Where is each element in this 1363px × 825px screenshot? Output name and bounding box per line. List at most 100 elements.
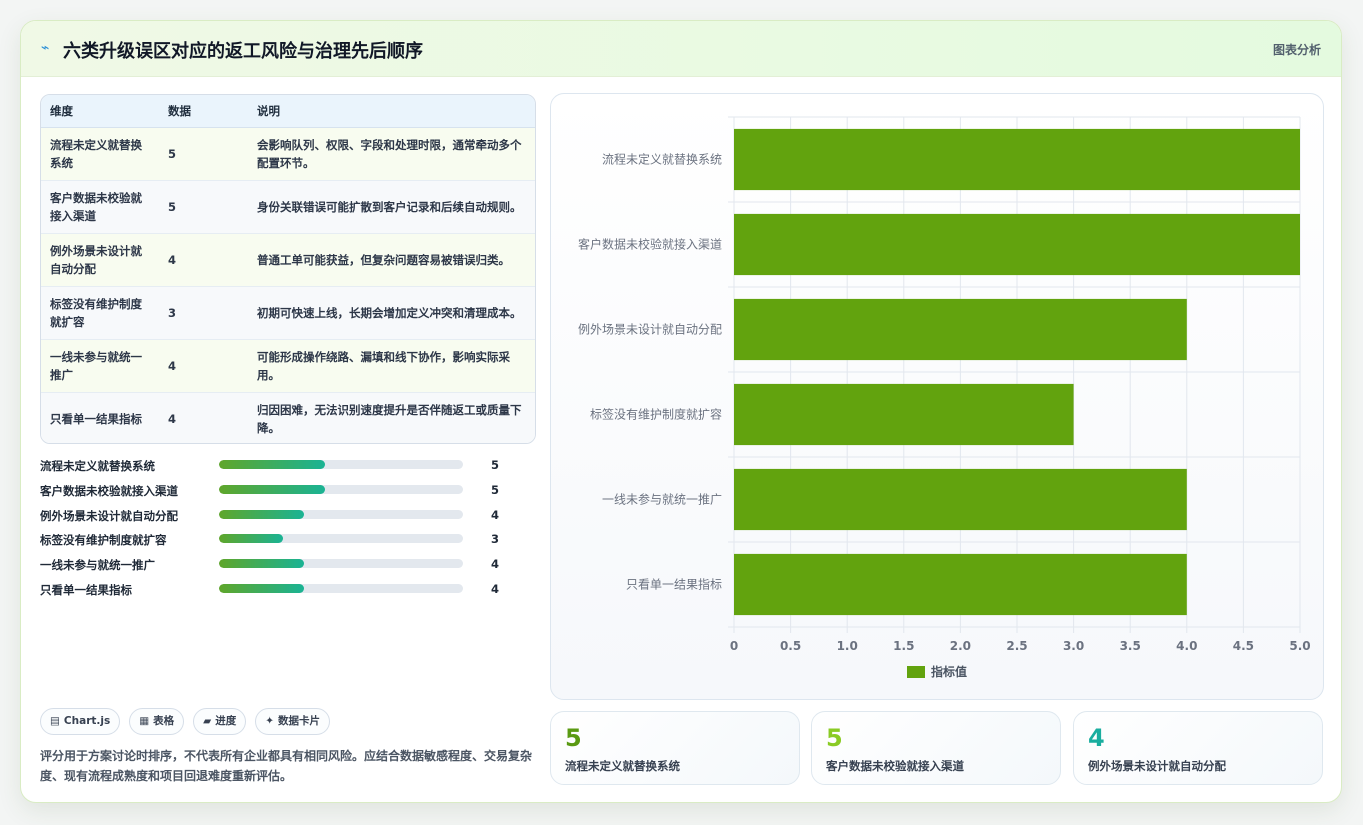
cell-description: 身份关联错误可能扩散到客户记录和后续自动规则。 [248, 180, 535, 234]
progress-label: 例外场景未设计就自动分配 [40, 508, 178, 523]
table-row: 客户数据未校验就接入渠道 5 身份关联错误可能扩散到客户记录和后续自动规则。 [41, 180, 535, 234]
cell-description: 初期可快速上线，长期会增加定义冲突和清理成本。 [248, 286, 535, 340]
cell-value: 4 [159, 233, 248, 287]
x-tick-label: 1.0 [837, 639, 858, 653]
sparkle-icon: ✦ [265, 715, 275, 727]
progress-track [219, 583, 463, 593]
category-label: 只看单一结果指标 [626, 577, 722, 592]
progress-row: 只看单一结果指标 4 [40, 579, 500, 604]
progress-list: 流程未定义就替换系统 5 客户数据未校验就接入渠道 5 例外场景未设计就自动分配… [40, 455, 500, 604]
cell-description: 归因困难，无法识别速度提升是否伴随返工或质量下降。 [248, 392, 535, 443]
cell-dimension: 一线未参与就统一推广 [41, 339, 159, 393]
table-row: 一线未参与就统一推广 4 可能形成操作绕路、漏填和线下协作，影响实际采用。 [41, 339, 535, 393]
progress-value: 5 [491, 458, 500, 472]
legend-swatch [907, 666, 925, 678]
cell-dimension: 只看单一结果指标 [41, 392, 159, 443]
cell-value: 5 [159, 127, 248, 181]
kpi-label: 例外场景未设计就自动分配 [1088, 759, 1226, 773]
progress-fill [219, 534, 283, 544]
column-header-data: 数据 [159, 95, 248, 128]
x-tick-label: 5.0 [1289, 639, 1310, 653]
cell-value: 4 [159, 339, 248, 393]
cell-description: 会影响队列、权限、字段和处理时限，通常牵动多个配置环节。 [248, 127, 535, 181]
progress-value: 4 [491, 557, 500, 572]
kpi-value: 5 [565, 724, 582, 752]
progress-label: 一线未参与就统一推广 [40, 558, 155, 573]
bar [734, 128, 1300, 191]
progress-label: 只看单一结果指标 [40, 582, 132, 597]
progress-value: 3 [491, 532, 500, 547]
chart-analysis-tag: 图表分析 [1272, 43, 1321, 57]
category-label: 客户数据未校验就接入渠道 [578, 237, 722, 252]
kpi-label: 客户数据未校验就接入渠道 [826, 759, 964, 773]
progress-label: 客户数据未校验就接入渠道 [40, 483, 178, 498]
cell-value: 4 [159, 392, 248, 443]
cell-dimension: 流程未定义就替换系统 [41, 127, 159, 181]
pill-label: 进度 [215, 715, 237, 727]
cell-value: 3 [159, 286, 248, 340]
footnote: 评分用于方案讨论时排序，不代表所有企业都具有相同风险。应结合数据敏感程度、交易复… [40, 749, 533, 783]
progress-row: 一线未参与就统一推广 4 [40, 554, 500, 579]
table-row: 只看单一结果指标 4 归因困难，无法识别速度提升是否伴随返工或质量下降。 [41, 392, 535, 443]
progress-fill [219, 583, 304, 593]
bar [734, 553, 1187, 616]
data-table: 维度 数据 说明 流程未定义就替换系统 5 会影响队列、权限、字段和处理时限，通… [40, 94, 536, 444]
cell-description: 可能形成操作绕路、漏填和线下协作，影响实际采用。 [248, 339, 535, 393]
x-tick-label: 0.5 [780, 639, 801, 653]
progress-track [219, 509, 463, 519]
progress-icon: ▰ [203, 715, 212, 727]
progress-label: 标签没有维护制度就扩容 [40, 533, 167, 548]
cell-value: 5 [159, 180, 248, 234]
bar [734, 383, 1074, 446]
kpi-label: 流程未定义就替换系统 [565, 759, 680, 773]
x-tick-label: 1.5 [893, 639, 914, 653]
x-tick-label: 4.0 [1176, 639, 1197, 653]
header: ⌁ 六类升级误区对应的返工风险与治理先后顺序 图表分析 [21, 21, 1341, 77]
progress-row: 客户数据未校验就接入渠道 5 [40, 480, 500, 505]
table-icon: ▦ [139, 715, 150, 727]
table-row: 例外场景未设计就自动分配 4 普通工单可能获益，但复杂问题容易被错误归类。 [41, 233, 535, 287]
progress-track [219, 534, 463, 544]
bar [734, 213, 1300, 276]
kpi-card: 5 流程未定义就替换系统 [550, 711, 800, 785]
x-tick-label: 2.0 [950, 639, 971, 653]
chart-logo-icon: ⌁ [41, 40, 50, 56]
bar-chart-panel: 流程未定义就替换系统 客户数据未校验就接入渠道 例外场景未设计就自动分配 标签没有维护… [550, 93, 1324, 700]
x-tick-label: 3.5 [1120, 639, 1141, 653]
pill-table[interactable]: ▦ 表格 [129, 708, 185, 735]
cell-description: 普通工单可能获益，但复杂问题容易被错误归类。 [248, 233, 535, 287]
pill-label: 表格 [153, 715, 175, 727]
pill-progress[interactable]: ▰ 进度 [193, 708, 247, 735]
table-row: 标签没有维护制度就扩容 3 初期可快速上线，长期会增加定义冲突和清理成本。 [41, 286, 535, 340]
progress-value: 4 [491, 581, 500, 596]
x-tick-label: 0 [730, 639, 738, 653]
progress-value: 5 [491, 482, 500, 497]
progress-label: 流程未定义就替换系统 [40, 459, 155, 473]
pill-label: 数据卡片 [278, 715, 321, 727]
column-header-description: 说明 [248, 95, 535, 128]
category-label: 流程未定义就替换系统 [602, 152, 722, 167]
category-label: 例外场景未设计就自动分配 [578, 323, 722, 337]
kpi-value: 5 [826, 724, 843, 752]
legend-label: 指标值 [931, 664, 967, 679]
page-title: 六类升级误区对应的返工风险与治理先后顺序 [63, 41, 423, 62]
cell-dimension: 标签没有维护制度就扩容 [41, 286, 159, 340]
pill-chartjs[interactable]: ▤ Chart.js [40, 708, 121, 735]
progress-fill [219, 460, 326, 469]
chart-icon: ▤ [50, 715, 60, 727]
table-header-row: 维度 数据 说明 [41, 95, 535, 128]
pill-data-cards[interactable]: ✦ 数据卡片 [255, 708, 331, 735]
feature-pills: ▤ Chart.js ▦ 表格 ▰ 进度 ✦ 数据卡片 [40, 708, 331, 735]
pill-label: Chart.js [63, 715, 111, 727]
progress-row: 流程未定义就替换系统 5 [40, 455, 500, 480]
dashboard-card: ⌁ 六类升级误区对应的返工风险与治理先后顺序 图表分析 维度 数据 说明 流程未… [20, 20, 1342, 803]
x-tick-label: 2.5 [1006, 639, 1027, 653]
progress-track [219, 559, 463, 569]
bar [734, 298, 1187, 361]
progress-fill [219, 559, 304, 569]
bar [734, 468, 1187, 531]
x-tick-label: 4.5 [1233, 639, 1254, 653]
table-row: 流程未定义就替换系统 5 会影响队列、权限、字段和处理时限，通常牵动多个配置环节… [41, 127, 535, 181]
progress-row: 例外场景未设计就自动分配 4 [40, 505, 500, 530]
progress-track [219, 460, 463, 469]
